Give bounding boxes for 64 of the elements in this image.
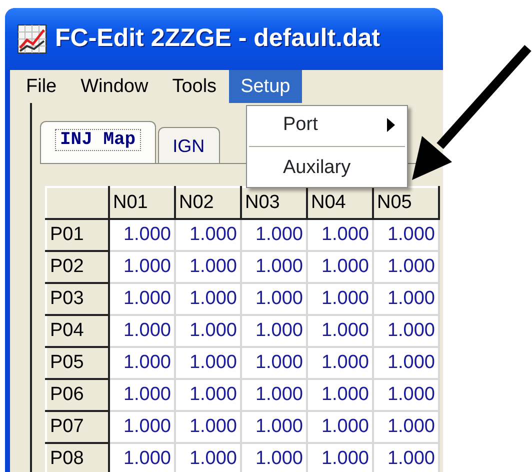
row-header: P02 [46, 251, 109, 283]
table-cell[interactable]: 1.000 [373, 251, 439, 283]
table-cell[interactable]: 1.000 [241, 251, 307, 283]
row-header: P06 [46, 379, 109, 411]
table-cell[interactable]: 1.000 [307, 315, 373, 347]
column-header: N04 [307, 187, 373, 219]
row-header: P07 [46, 411, 109, 443]
row-header: P03 [46, 283, 109, 315]
table-cell[interactable]: 1.000 [175, 283, 241, 315]
column-header: N02 [175, 187, 241, 219]
menu-item[interactable]: File [14, 70, 69, 103]
column-header: N05 [373, 187, 439, 219]
column-header: N03 [241, 187, 307, 219]
row-header: P01 [46, 219, 109, 251]
table-cell[interactable]: 1.000 [373, 315, 439, 347]
table-cell[interactable]: 1.000 [373, 379, 439, 411]
menu-item[interactable]: Auxilary [247, 151, 407, 185]
menu-item[interactable]: Window [68, 70, 160, 103]
table-cell[interactable]: 1.000 [241, 315, 307, 347]
table-cell[interactable]: 1.000 [373, 347, 439, 379]
table-cell[interactable]: 1.000 [175, 251, 241, 283]
table-cell[interactable]: 1.000 [241, 443, 307, 472]
table-cell[interactable]: 1.000 [109, 251, 175, 283]
table-cell[interactable]: 1.000 [307, 411, 373, 443]
table-cell[interactable]: 1.000 [373, 411, 439, 443]
table-cell[interactable]: 1.000 [307, 283, 373, 315]
table-cell[interactable]: 1.000 [373, 443, 439, 472]
table-cell[interactable]: 1.000 [373, 219, 439, 251]
menu-item[interactable]: Tools [160, 70, 229, 103]
table-cell[interactable]: 1.000 [307, 443, 373, 472]
table-cell[interactable]: 1.000 [109, 379, 175, 411]
table-cell[interactable]: 1.000 [109, 219, 175, 251]
menu-item[interactable]: Port [247, 108, 407, 142]
table-cell[interactable]: 1.000 [109, 411, 175, 443]
table-cell[interactable]: 1.000 [109, 347, 175, 379]
tab[interactable]: IGN [158, 127, 220, 163]
chart-icon [17, 24, 47, 54]
table-cell[interactable]: 1.000 [241, 379, 307, 411]
table-cell[interactable]: 1.000 [241, 411, 307, 443]
table-cell[interactable]: 1.000 [175, 219, 241, 251]
table-cell[interactable]: 1.000 [109, 315, 175, 347]
menu-item[interactable]: Setup [228, 70, 302, 103]
table-cell[interactable]: 1.000 [373, 283, 439, 315]
table-cell[interactable]: 1.000 [175, 315, 241, 347]
row-header: P05 [46, 347, 109, 379]
table-cell[interactable]: 1.000 [175, 411, 241, 443]
table-cell[interactable]: 1.000 [241, 347, 307, 379]
row-header: P08 [46, 443, 109, 472]
column-header: N01 [109, 187, 175, 219]
table-cell[interactable]: 1.000 [109, 443, 175, 472]
submenu-arrow-icon [387, 118, 395, 132]
table-cell[interactable]: 1.000 [241, 219, 307, 251]
tab[interactable]: INJ Map [40, 121, 156, 163]
row-header: P04 [46, 315, 109, 347]
table-cell[interactable]: 1.000 [307, 379, 373, 411]
table-cell[interactable]: 1.000 [307, 347, 373, 379]
table-cell[interactable]: 1.000 [241, 283, 307, 315]
window-title: FC-Edit 2ZZGE - default.dat [55, 23, 380, 54]
table-cell[interactable]: 1.000 [307, 251, 373, 283]
table-cell[interactable]: 1.000 [109, 283, 175, 315]
table-cell[interactable]: 1.000 [175, 347, 241, 379]
table-cell[interactable]: 1.000 [307, 219, 373, 251]
table-cell[interactable]: 1.000 [175, 443, 241, 472]
table-cell[interactable]: 1.000 [175, 379, 241, 411]
